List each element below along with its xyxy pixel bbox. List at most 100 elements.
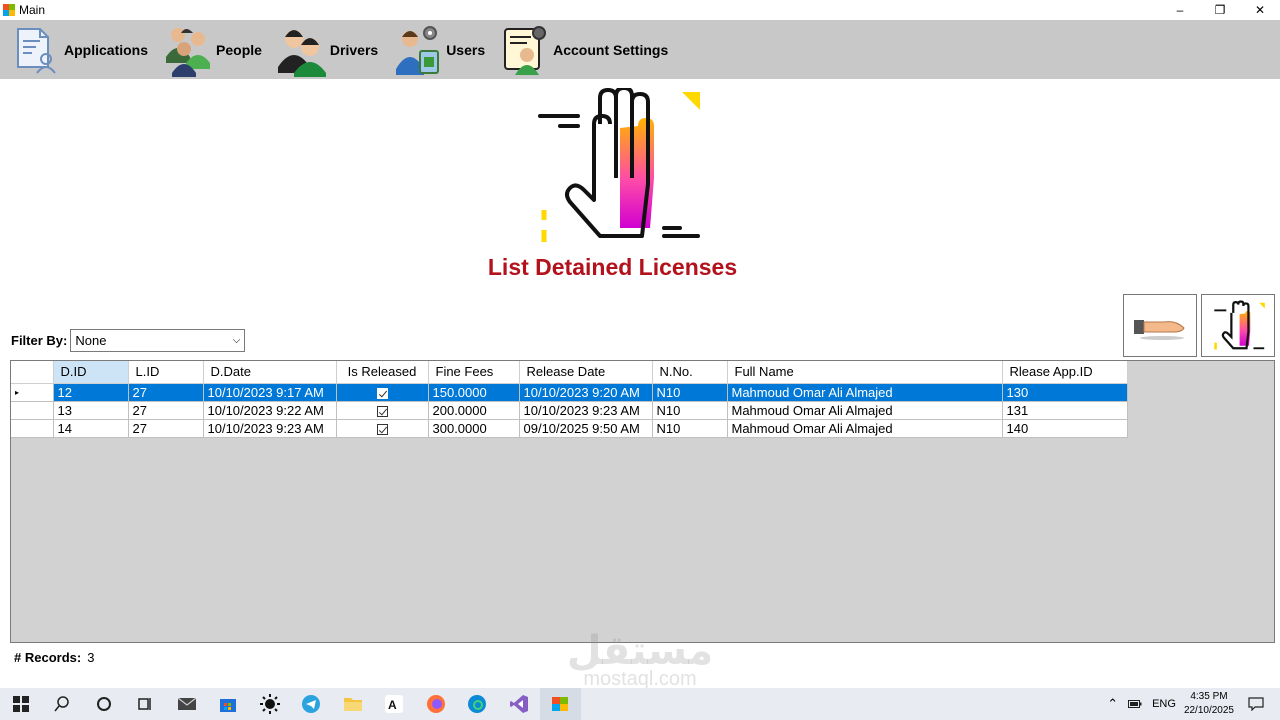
drivers-icon xyxy=(277,29,326,77)
language-indicator[interactable]: ENG xyxy=(1152,698,1176,710)
column-header-d-date[interactable]: D.Date xyxy=(203,361,337,384)
cell-l-id[interactable]: 27 xyxy=(128,419,204,438)
grid-header-row: D.ID L.ID D.Date Is Released Fine Fees R… xyxy=(11,361,1128,384)
store-icon[interactable] xyxy=(208,688,250,720)
cell-n-no[interactable]: N10 xyxy=(652,419,728,438)
menu-drivers-label: Drivers xyxy=(329,41,379,58)
cell-l-id[interactable]: 27 xyxy=(128,383,204,402)
column-header-release-date[interactable]: Release Date xyxy=(519,361,653,384)
detain-license-button[interactable] xyxy=(1201,294,1275,357)
column-header-d-id[interactable]: D.ID xyxy=(53,361,129,384)
filter-selected-value: None xyxy=(75,333,107,348)
cell-l-id[interactable]: 27 xyxy=(128,401,204,420)
mail-icon[interactable] xyxy=(166,688,208,720)
column-header-l-id[interactable]: L.ID xyxy=(128,361,204,384)
cortana-icon[interactable] xyxy=(83,688,125,720)
cell-release-app-id[interactable]: 131 xyxy=(1002,401,1128,420)
cell-is-released[interactable] xyxy=(336,401,429,420)
battery-icon[interactable] xyxy=(1128,699,1142,709)
row-selector[interactable] xyxy=(11,401,54,420)
clock-date: 22/10/2025 xyxy=(1183,705,1234,716)
cell-n-no[interactable]: N10 xyxy=(652,401,728,420)
filter-by-select[interactable]: None ⌵ xyxy=(70,329,246,352)
restore-button[interactable]: ❐ xyxy=(1200,0,1240,20)
winforms-app-icon[interactable] xyxy=(539,688,581,720)
window-titlebar: Main – ❐ ✕ xyxy=(0,0,1280,20)
menu-applications[interactable]: Applications xyxy=(12,22,148,78)
release-license-button[interactable] xyxy=(1123,294,1197,357)
cell-d-date[interactable]: 10/10/2023 9:17 AM xyxy=(203,383,337,402)
detain-hand-icon xyxy=(538,88,700,242)
notifications-icon[interactable] xyxy=(1248,697,1264,711)
table-row[interactable]: 14 27 10/10/2023 9:23 AM 300.0000 09/10/… xyxy=(11,419,1128,438)
detained-licenses-grid[interactable]: D.ID L.ID D.Date Is Released Fine Fees R… xyxy=(10,360,1275,643)
menu-users[interactable]: Users xyxy=(394,22,485,78)
account-settings-icon xyxy=(504,25,547,75)
menu-account-settings[interactable]: Account Settings xyxy=(501,22,668,78)
cell-release-app-id[interactable]: 130 xyxy=(1002,383,1128,402)
cell-d-id[interactable]: 13 xyxy=(53,401,129,420)
row-selector[interactable] xyxy=(11,419,54,438)
cell-n-no[interactable]: N10 xyxy=(652,383,728,402)
svg-text:A: A xyxy=(388,698,397,712)
cell-release-app-id[interactable]: 140 xyxy=(1002,419,1128,438)
records-label: # Records: xyxy=(14,650,82,665)
clock[interactable]: 4:35 PM 22/10/2025 xyxy=(1184,690,1234,718)
people-icon xyxy=(166,27,211,77)
menu-people[interactable]: People xyxy=(164,22,262,78)
chevron-down-icon: ⌵ xyxy=(232,335,241,346)
row-header-corner xyxy=(11,361,54,384)
cell-full-name[interactable]: Mahmoud Omar Ali Almajed xyxy=(727,419,1003,438)
cell-full-name[interactable]: Mahmoud Omar Ali Almajed xyxy=(727,401,1003,420)
filter-label: Filter By: xyxy=(11,333,68,348)
cell-d-date[interactable]: 10/10/2023 9:22 AM xyxy=(203,401,337,420)
menu-drivers[interactable]: Drivers xyxy=(277,22,379,78)
firefox-icon[interactable] xyxy=(415,688,457,720)
cell-fine-fees[interactable]: 300.0000 xyxy=(428,419,520,438)
cell-release-date[interactable]: 10/10/2023 9:23 AM xyxy=(519,401,653,420)
released-checkbox[interactable] xyxy=(376,423,388,435)
table-row[interactable]: 13 27 10/10/2023 9:22 AM 200.0000 10/10/… xyxy=(11,401,1128,420)
search-icon[interactable] xyxy=(42,688,84,720)
users-icon xyxy=(396,25,440,75)
task-view-icon[interactable] xyxy=(125,688,167,720)
close-button[interactable]: ✕ xyxy=(1240,0,1280,20)
filter-bar: Filter By: None ⌵ xyxy=(11,329,246,352)
minimize-button[interactable]: – xyxy=(1160,0,1200,20)
detain-hand-small-icon xyxy=(1214,299,1265,350)
edge-icon[interactable] xyxy=(457,688,499,720)
visual-studio-icon[interactable] xyxy=(498,688,540,720)
font-app-icon[interactable]: A xyxy=(374,688,416,720)
telegram-icon[interactable] xyxy=(291,688,333,720)
row-selector-arrow[interactable]: ▸ xyxy=(11,383,54,402)
system-tray: ⌃ ENG 4:35 PM 22/10/2025 xyxy=(1107,688,1280,720)
column-header-full-name[interactable]: Full Name xyxy=(727,361,1003,384)
column-header-is-released[interactable]: Is Released xyxy=(336,361,429,384)
cell-fine-fees[interactable]: 150.0000 xyxy=(428,383,520,402)
applications-icon xyxy=(17,27,56,74)
released-checkbox[interactable] xyxy=(376,387,388,399)
table-row[interactable]: ▸ 12 27 10/10/2023 9:17 AM 150.0000 10/1… xyxy=(11,383,1128,402)
cell-full-name[interactable]: Mahmoud Omar Ali Almajed xyxy=(727,383,1003,402)
menu-applications-label: Applications xyxy=(64,41,149,58)
app-icon xyxy=(3,4,15,16)
brightness-icon[interactable] xyxy=(249,688,291,720)
cell-d-id[interactable]: 12 xyxy=(53,383,129,402)
menu-users-label: Users xyxy=(446,41,486,58)
start-windows-icon[interactable] xyxy=(0,688,42,720)
column-header-release-app-id[interactable]: Rlease App.ID xyxy=(1002,361,1128,384)
cell-fine-fees[interactable]: 200.0000 xyxy=(428,401,520,420)
cell-is-released[interactable] xyxy=(336,383,429,402)
cell-release-date[interactable]: 10/10/2023 9:20 AM xyxy=(519,383,653,402)
cell-d-date[interactable]: 10/10/2023 9:23 AM xyxy=(203,419,337,438)
chevron-up-icon[interactable]: ⌃ xyxy=(1107,696,1118,712)
released-checkbox[interactable] xyxy=(376,405,388,417)
main-menu-bar: Applications People Drivers Users Accoun… xyxy=(0,20,1280,79)
column-header-fine-fees[interactable]: Fine Fees xyxy=(428,361,520,384)
watermark: مستقل mostaql.com xyxy=(560,628,720,691)
cell-release-date[interactable]: 09/10/2025 9:50 AM xyxy=(519,419,653,438)
cell-d-id[interactable]: 14 xyxy=(53,419,129,438)
cell-is-released[interactable] xyxy=(336,419,429,438)
file-explorer-icon[interactable] xyxy=(332,688,374,720)
column-header-n-no[interactable]: N.No. xyxy=(652,361,728,384)
